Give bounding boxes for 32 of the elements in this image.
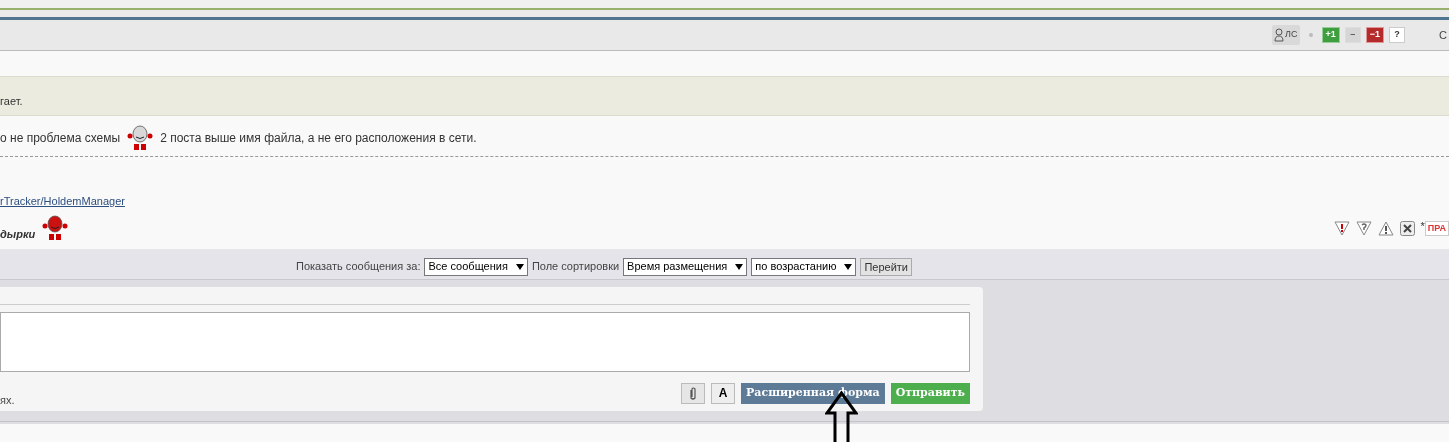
smiley-icon [126,124,155,152]
sort-order-select[interactable]: по возрастанию [751,257,857,276]
user-icon [1274,28,1285,42]
period-select[interactable]: Все сообщения [424,257,528,276]
help-button[interactable]: ? [1389,27,1406,43]
warning-icon[interactable] [1377,220,1394,236]
rules-badge[interactable]: ПРА [1424,220,1449,236]
private-message-button[interactable]: ЛС [1272,25,1300,45]
post-text: о не проблема схемы [0,130,121,147]
devil-smiley-icon [41,214,70,242]
sort-field-select[interactable]: Время размещения [623,257,748,276]
vote-button[interactable]: – [1344,27,1361,43]
font-button[interactable]: A [711,382,736,404]
asterisk-mark: * [1420,220,1425,232]
dropdown-arrow-icon [844,263,853,270]
paperclip-icon [689,385,698,401]
report-icon[interactable] [1333,220,1350,236]
quote-text: гает. [0,93,23,109]
dropdown-arrow-icon [515,263,524,270]
vote-button[interactable]: −1 [1365,27,1385,43]
hint-text: ях. [0,393,15,408]
close-icon[interactable] [1399,220,1415,236]
signature-link[interactable]: rTracker/HoldemManager [0,195,125,207]
attach-button[interactable] [681,382,706,404]
filter-label: Показать сообщения за: [296,259,421,275]
go-button[interactable]: Перейти [860,257,912,276]
dropdown-arrow-icon [735,263,744,270]
post-text: 2 поста выше имя файла, а не его расположения в сети. [160,130,477,147]
sort-label: Поле сортировки [531,259,620,275]
question-icon[interactable] [1355,220,1372,236]
header-text: С [1439,27,1447,43]
signature-text: дырки [0,226,36,242]
